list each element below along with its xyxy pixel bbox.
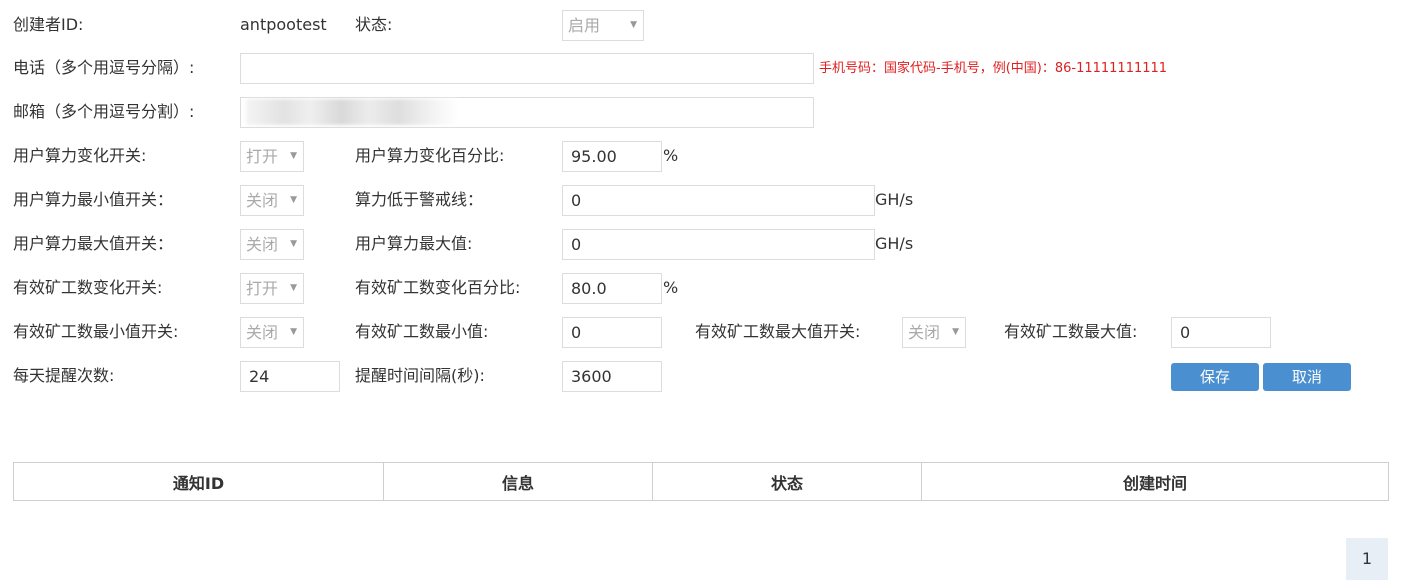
hashrate-change-switch[interactable]: 打开 ▼ bbox=[240, 141, 304, 172]
hashrate-change-percent-unit: % bbox=[663, 146, 679, 165]
column-header-message: 信息 bbox=[383, 462, 653, 501]
miners-min-switch-label: 有效矿工数最小值开关: bbox=[13, 322, 179, 341]
miners-min-label: 有效矿工数最小值: bbox=[355, 322, 489, 341]
miners-max-label: 有效矿工数最大值: bbox=[1004, 322, 1138, 341]
column-header-status: 状态 bbox=[652, 462, 922, 501]
chevron-down-icon: ▼ bbox=[952, 327, 959, 337]
miners-max-switch-label: 有效矿工数最大值开关: bbox=[695, 322, 861, 341]
chevron-down-icon: ▼ bbox=[290, 283, 297, 293]
chevron-down-icon: ▼ bbox=[290, 239, 297, 249]
column-header-notification-id: 通知ID bbox=[13, 462, 384, 501]
email-label: 邮箱（多个用逗号分割）: bbox=[13, 102, 195, 121]
hashrate-alert-line-unit: GH/s bbox=[875, 190, 914, 209]
status-select[interactable]: 启用 ▼ bbox=[562, 10, 644, 41]
miners-change-percent-label: 有效矿工数变化百分比: bbox=[355, 278, 521, 297]
notifications-table: 通知ID 信息 状态 创建时间 bbox=[13, 462, 1389, 501]
miners-max-switch[interactable]: 关闭 ▼ bbox=[902, 317, 966, 348]
miners-change-percent-input[interactable] bbox=[562, 273, 662, 304]
daily-reminders-label: 每天提醒次数: bbox=[13, 366, 115, 385]
creator-id-label: 创建者ID: bbox=[13, 15, 84, 34]
column-header-created-time: 创建时间 bbox=[921, 462, 1389, 501]
chevron-down-icon: ▼ bbox=[290, 151, 297, 161]
reminder-interval-input[interactable] bbox=[562, 361, 662, 392]
hashrate-min-switch[interactable]: 关闭 ▼ bbox=[240, 185, 304, 216]
hashrate-max-input[interactable] bbox=[562, 229, 875, 260]
miners-max-switch-value: 关闭 bbox=[908, 323, 941, 342]
miners-min-switch[interactable]: 关闭 ▼ bbox=[240, 317, 304, 348]
hashrate-max-label: 用户算力最大值: bbox=[355, 234, 473, 253]
hashrate-max-switch[interactable]: 关闭 ▼ bbox=[240, 229, 304, 260]
miners-change-percent-unit: % bbox=[663, 278, 679, 297]
hashrate-change-switch-value: 打开 bbox=[246, 147, 279, 166]
status-label: 状态: bbox=[355, 15, 393, 34]
creator-id-value: antpootest bbox=[240, 15, 327, 34]
miners-change-switch-value: 打开 bbox=[246, 279, 279, 298]
hashrate-max-unit: GH/s bbox=[875, 234, 914, 253]
miners-change-switch-label: 有效矿工数变化开关: bbox=[13, 278, 163, 297]
hashrate-alert-line-input[interactable] bbox=[562, 185, 875, 216]
hashrate-min-switch-value: 关闭 bbox=[246, 191, 279, 210]
miners-max-input[interactable] bbox=[1171, 317, 1271, 348]
table-header-row: 通知ID 信息 状态 创建时间 bbox=[13, 462, 1389, 501]
hashrate-change-percent-label: 用户算力变化百分比: bbox=[355, 146, 505, 165]
email-redaction bbox=[246, 99, 458, 125]
miners-min-switch-value: 关闭 bbox=[246, 323, 279, 342]
reminder-interval-label: 提醒时间间隔(秒): bbox=[355, 366, 485, 385]
phone-label: 电话（多个用逗号分隔）: bbox=[13, 58, 195, 77]
daily-reminders-input[interactable] bbox=[240, 361, 340, 392]
hashrate-alert-line-label: 算力低于警戒线： bbox=[355, 190, 484, 209]
hashrate-max-switch-value: 关闭 bbox=[246, 235, 279, 254]
hashrate-min-switch-label: 用户算力最小值开关： bbox=[13, 190, 174, 209]
save-button[interactable]: 保存 bbox=[1171, 363, 1259, 391]
chevron-down-icon: ▼ bbox=[630, 20, 637, 30]
phone-hint: 手机号码：国家代码-手机号，例(中国)：86-11111111111 bbox=[819, 61, 1168, 76]
hashrate-change-switch-label: 用户算力变化开关: bbox=[13, 146, 147, 165]
miners-change-switch[interactable]: 打开 ▼ bbox=[240, 273, 304, 304]
hashrate-max-switch-label: 用户算力最大值开关： bbox=[13, 234, 174, 253]
pagination-page-1[interactable]: 1 bbox=[1346, 538, 1388, 580]
chevron-down-icon: ▼ bbox=[290, 327, 297, 337]
phone-input[interactable] bbox=[240, 53, 814, 84]
chevron-down-icon: ▼ bbox=[290, 195, 297, 205]
cancel-button[interactable]: 取消 bbox=[1263, 363, 1351, 391]
status-select-value: 启用 bbox=[568, 16, 601, 35]
miners-min-input[interactable] bbox=[562, 317, 662, 348]
hashrate-change-percent-input[interactable] bbox=[562, 141, 662, 172]
